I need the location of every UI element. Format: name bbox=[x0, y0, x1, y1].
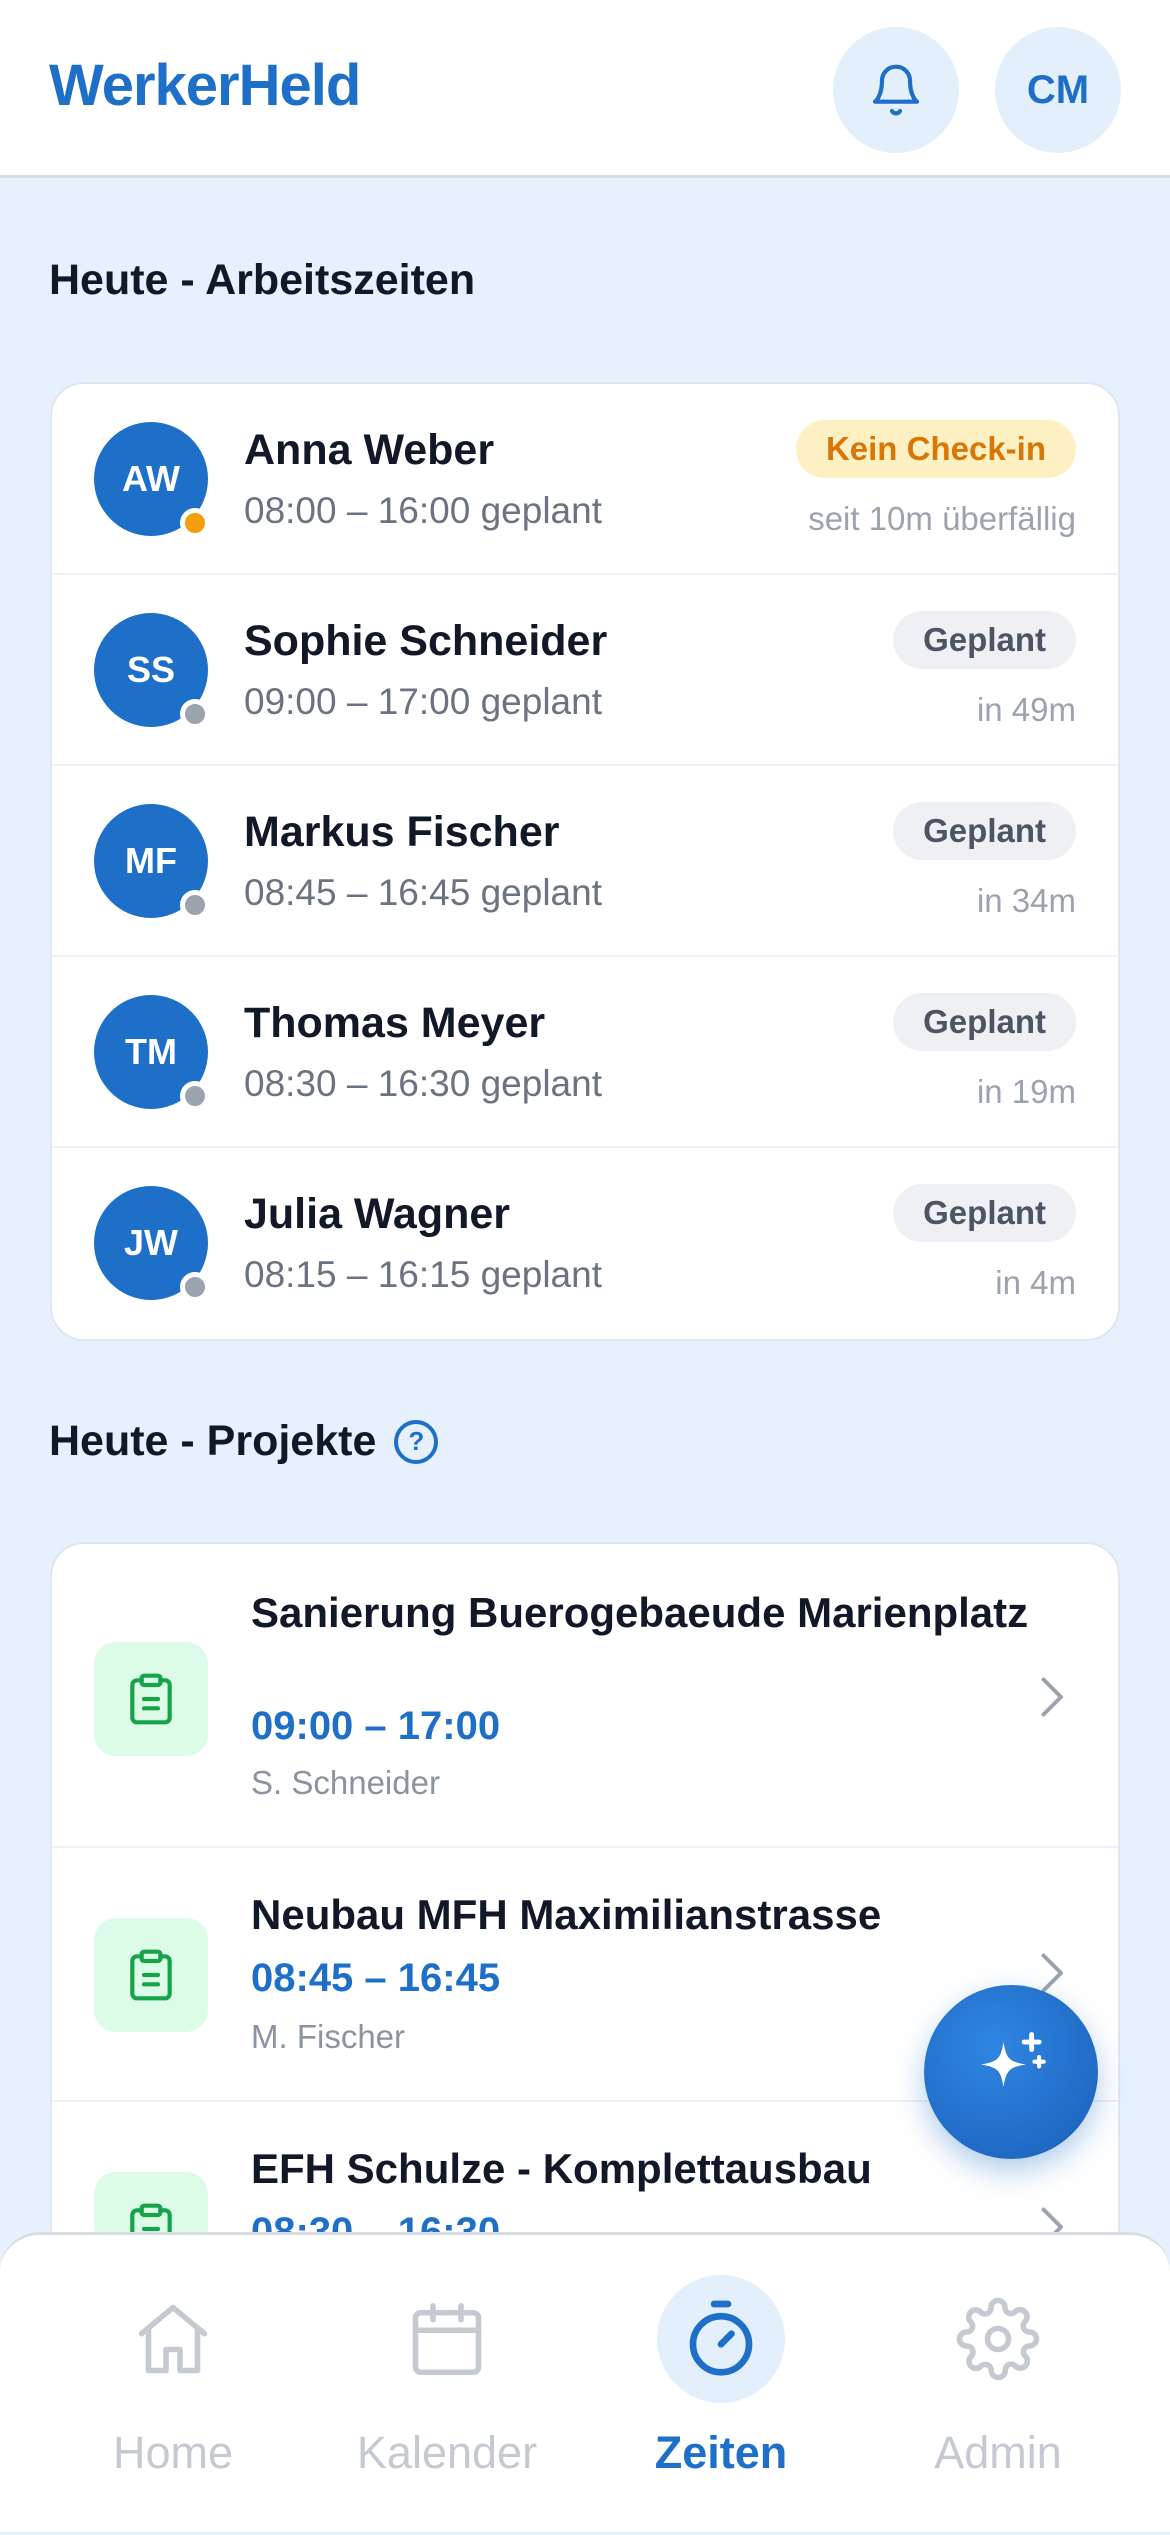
tab-zeiten[interactable]: Zeiten bbox=[575, 2235, 867, 2535]
project-time: 09:00 – 17:00 bbox=[251, 1704, 501, 1748]
status-subtext: in 34m bbox=[976, 882, 1076, 919]
section-title-projects: Heute - Projekte ? bbox=[49, 1417, 439, 1466]
sparkles-icon bbox=[981, 2032, 1046, 2087]
section-title-projects-label: Heute - Projekte bbox=[49, 1417, 377, 1465]
employee-row[interactable]: TM Thomas Meyer 08:30 – 16:30 geplant Ge… bbox=[52, 957, 1118, 1148]
status-badge: Geplant bbox=[893, 802, 1076, 860]
tab-home[interactable]: Home bbox=[27, 2235, 319, 2535]
section-title-work-times-label: Heute - Arbeitszeiten bbox=[49, 256, 476, 304]
ai-assistant-button[interactable] bbox=[924, 1985, 1098, 2159]
employee-planned-time: 08:00 – 16:00 geplant bbox=[244, 490, 602, 531]
employee-planned-time: 08:15 – 16:15 geplant bbox=[244, 1254, 602, 1295]
employee-planned-time: 08:30 – 16:30 geplant bbox=[244, 1063, 602, 1104]
project-name: Neubau MFH Maximilianstrasse bbox=[251, 1891, 882, 1938]
employee-planned-time: 09:00 – 17:00 geplant bbox=[244, 681, 602, 722]
employee-row[interactable]: SS Sophie Schneider 09:00 – 17:00 geplan… bbox=[52, 575, 1118, 766]
employee-planned-time: 08:45 – 16:45 geplant bbox=[244, 872, 602, 913]
status-badge: Geplant bbox=[893, 993, 1076, 1051]
notifications-button[interactable] bbox=[833, 27, 959, 153]
home-icon bbox=[109, 2275, 237, 2403]
project-name: EFH Schulze - Komplettausbau bbox=[251, 2145, 872, 2192]
stopwatch-icon bbox=[657, 2275, 785, 2403]
project-list-card: Sanierung Buerogebaeude Marienplatz 09:0… bbox=[50, 1542, 1120, 2262]
status-badge: Geplant bbox=[893, 611, 1076, 669]
clipboard-icon bbox=[94, 1642, 208, 1756]
employee-row[interactable]: JW Julia Wagner 08:15 – 16:15 geplant Ge… bbox=[52, 1148, 1118, 1339]
employee-row[interactable]: AW Anna Weber 08:00 – 16:00 geplant Kein… bbox=[52, 384, 1118, 575]
employee-row[interactable]: MF Markus Fischer 08:45 – 16:45 geplant … bbox=[52, 766, 1118, 957]
employee-name: Anna Weber bbox=[244, 426, 495, 474]
employee-name: Markus Fischer bbox=[244, 808, 560, 856]
employee-name: Julia Wagner bbox=[244, 1190, 511, 1238]
tab-admin-label: Admin bbox=[934, 2427, 1062, 2478]
calendar-icon bbox=[383, 2275, 511, 2403]
bell-icon bbox=[872, 64, 920, 116]
project-person: M. Fischer bbox=[251, 2018, 406, 2055]
project-time: 08:45 – 16:45 bbox=[251, 1956, 501, 2000]
status-dot bbox=[180, 1081, 210, 1111]
employee-name: Sophie Schneider bbox=[244, 617, 608, 665]
tab-admin[interactable]: Admin bbox=[852, 2235, 1144, 2535]
status-dot bbox=[180, 1272, 210, 1302]
status-subtext: in 4m bbox=[995, 1264, 1076, 1301]
status-subtext: in 49m bbox=[976, 691, 1076, 728]
status-subtext: in 19m bbox=[976, 1073, 1076, 1110]
tab-kalender[interactable]: Kalender bbox=[301, 2235, 593, 2535]
status-dot bbox=[180, 508, 210, 538]
brand-logo: WerkerHeld bbox=[49, 53, 361, 118]
project-person: S. Schneider bbox=[251, 1764, 440, 1801]
user-avatar-button[interactable]: CM bbox=[995, 27, 1121, 153]
clipboard-icon bbox=[94, 1918, 208, 2032]
chevron-right-icon bbox=[1041, 1677, 1063, 1717]
gear-icon bbox=[934, 2275, 1062, 2403]
help-icon[interactable]: ? bbox=[394, 1419, 439, 1464]
status-badge: Geplant bbox=[893, 1184, 1076, 1242]
tab-zeiten-label: Zeiten bbox=[654, 2427, 788, 2478]
status-dot bbox=[180, 890, 210, 920]
status-badge: Kein Check-in bbox=[795, 420, 1076, 478]
project-row[interactable]: Sanierung Buerogebaeude Marienplatz 09:0… bbox=[52, 1544, 1118, 1848]
employee-name: Thomas Meyer bbox=[244, 999, 546, 1047]
status-subtext: seit 10m überfällig bbox=[808, 500, 1076, 537]
app-header: WerkerHeld CM bbox=[0, 0, 1170, 178]
tab-home-label: Home bbox=[112, 2427, 234, 2478]
section-title-work-times: Heute - Arbeitszeiten bbox=[49, 256, 475, 305]
bottom-tab-bar: Home Kalender Zeiten Admin bbox=[0, 2232, 1170, 2532]
employee-list-card: AW Anna Weber 08:00 – 16:00 geplant Kein… bbox=[50, 382, 1120, 1341]
project-name: Sanierung Buerogebaeude Marienplatz bbox=[251, 1589, 1029, 1636]
status-dot bbox=[180, 699, 210, 729]
tab-kalender-label: Kalender bbox=[356, 2427, 538, 2478]
